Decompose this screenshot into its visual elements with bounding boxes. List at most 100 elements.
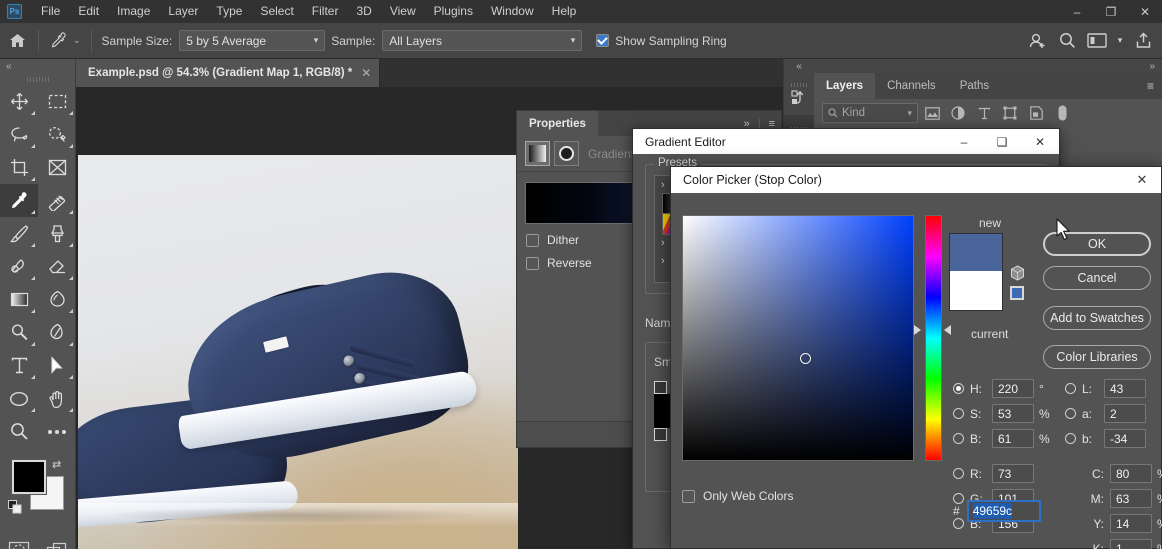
share-user-icon[interactable] xyxy=(1024,28,1050,54)
brightness-input[interactable]: 61 xyxy=(992,429,1034,448)
sample-size-select[interactable]: 5 by 5 Average ▾ xyxy=(179,30,326,51)
new-color-swatch[interactable] xyxy=(949,233,1003,271)
tool-frame[interactable] xyxy=(38,151,76,184)
menu-item-help[interactable]: Help xyxy=(543,0,586,23)
menu-item-3d[interactable]: 3D xyxy=(347,0,380,23)
smartobject-filter-icon[interactable] xyxy=(1024,102,1048,124)
cancel-button[interactable]: Cancel xyxy=(1043,266,1151,290)
tool-type[interactable] xyxy=(0,349,38,382)
saturation-brightness-field[interactable] xyxy=(682,215,914,461)
field-yellow[interactable]: Y: 14 % xyxy=(1065,511,1162,536)
magenta-input[interactable]: 63 xyxy=(1110,489,1152,508)
hue-slider-handle-right[interactable] xyxy=(944,325,951,335)
adjustment-filter-icon[interactable] xyxy=(946,102,970,124)
rail-item-history[interactable] xyxy=(784,73,814,115)
minimize-button[interactable]: – xyxy=(1060,0,1094,23)
saturation-input[interactable]: 53 xyxy=(992,404,1034,423)
hue-input[interactable]: 220 xyxy=(992,379,1034,398)
search-icon[interactable] xyxy=(1054,28,1080,54)
tab-paths[interactable]: Paths xyxy=(948,73,1001,99)
maximize-button[interactable]: ❑ xyxy=(983,129,1021,154)
radio-lab-b[interactable] xyxy=(1065,433,1076,444)
menu-item-file[interactable]: File xyxy=(32,0,69,23)
tool-screen-mode[interactable] xyxy=(38,534,76,549)
field-lightness[interactable]: L: 43 xyxy=(1065,376,1162,401)
tool-ellipse[interactable] xyxy=(0,382,38,415)
hue-slider[interactable] xyxy=(925,215,942,461)
cyan-input[interactable]: 80 xyxy=(1110,464,1152,483)
tool-eraser[interactable] xyxy=(38,250,76,283)
out-of-gamut-warning-icon[interactable] xyxy=(1010,265,1025,284)
add-to-swatches-button[interactable]: Add to Swatches xyxy=(1043,306,1151,330)
document-tab[interactable]: Example.psd @ 54.3% (Gradient Map 1, RGB… xyxy=(76,59,381,87)
tool-lasso[interactable] xyxy=(0,118,38,151)
radio-lab-a[interactable] xyxy=(1065,408,1076,419)
maximize-button[interactable]: ❐ xyxy=(1094,0,1128,23)
close-button[interactable]: ✕ xyxy=(1128,0,1162,23)
field-saturation[interactable]: S: 53 % xyxy=(953,401,1057,426)
close-icon[interactable]: ✕ xyxy=(361,66,371,80)
gradient-editor-titlebar[interactable]: Gradient Editor – ❑ ✕ xyxy=(633,129,1059,154)
menu-item-edit[interactable]: Edit xyxy=(69,0,108,23)
export-icon[interactable] xyxy=(1130,28,1156,54)
hex-input[interactable]: 49659c xyxy=(966,500,1041,522)
sample-select[interactable]: All Layers ▾ xyxy=(382,30,583,51)
tool-blur[interactable] xyxy=(38,283,76,316)
tool-clone-stamp[interactable] xyxy=(38,217,76,250)
tab-channels[interactable]: Channels xyxy=(875,73,948,99)
tool-pen[interactable] xyxy=(38,316,76,349)
radio-hue[interactable] xyxy=(953,383,964,394)
mask-mode-button[interactable] xyxy=(554,141,579,166)
image-filter-icon[interactable] xyxy=(920,102,944,124)
menu-item-image[interactable]: Image xyxy=(108,0,159,23)
tool-healing-brush[interactable] xyxy=(38,184,76,217)
foreground-color-swatch[interactable] xyxy=(11,459,47,495)
tool-zoom[interactable] xyxy=(0,415,38,448)
field-lab-b[interactable]: b: -34 xyxy=(1065,426,1162,451)
tool-history-brush[interactable] xyxy=(0,250,38,283)
layers-collapse-button[interactable]: » xyxy=(814,59,1162,73)
tool-rectangular-marquee[interactable] xyxy=(38,85,76,118)
swap-colors-icon[interactable]: ⇄ xyxy=(52,458,61,471)
tab-properties[interactable]: Properties xyxy=(517,111,598,136)
toggle-filter-icon[interactable] xyxy=(1050,102,1074,124)
panel-menu-icon[interactable]: ≡ xyxy=(1147,79,1154,93)
layer-kind-select[interactable]: Kind ▾ xyxy=(822,103,918,123)
current-color-swatch[interactable] xyxy=(949,271,1003,311)
workspace-icon[interactable] xyxy=(1084,28,1110,54)
tool-edit-toolbar[interactable] xyxy=(38,415,76,448)
tool-dodge[interactable] xyxy=(0,316,38,349)
menu-item-select[interactable]: Select xyxy=(251,0,302,23)
color-libraries-button[interactable]: Color Libraries xyxy=(1043,345,1151,369)
close-icon[interactable]: ✕ xyxy=(1123,167,1161,193)
color-picker-titlebar[interactable]: Color Picker (Stop Color) ✕ xyxy=(671,167,1161,193)
tool-object-selection[interactable] xyxy=(38,118,76,151)
gradient-map-mode-button[interactable] xyxy=(525,141,550,166)
field-magenta[interactable]: M: 63 % xyxy=(1065,486,1162,511)
gradient-stop-top[interactable] xyxy=(654,381,667,394)
tool-brush[interactable] xyxy=(0,217,38,250)
radio-saturation[interactable] xyxy=(953,408,964,419)
field-lab-a[interactable]: a: 2 xyxy=(1065,401,1162,426)
dock-collapse-button[interactable]: « xyxy=(784,59,814,73)
field-black[interactable]: K: 1 % xyxy=(1065,536,1162,549)
tool-crop[interactable] xyxy=(0,151,38,184)
text-filter-icon[interactable] xyxy=(972,102,996,124)
lab-a-input[interactable]: 2 xyxy=(1104,404,1146,423)
default-colors-icon[interactable] xyxy=(8,500,22,517)
lab-b-input[interactable]: -34 xyxy=(1104,429,1146,448)
toolbar-grip[interactable] xyxy=(0,73,75,85)
menu-item-filter[interactable]: Filter xyxy=(303,0,348,23)
tool-gradient[interactable] xyxy=(0,283,38,316)
field-hue[interactable]: H: 220 ° xyxy=(953,376,1057,401)
radio-brightness[interactable] xyxy=(953,433,964,444)
field-brightness[interactable]: B: 61 % xyxy=(953,426,1057,451)
only-web-colors-checkbox[interactable]: Only Web Colors xyxy=(682,489,793,503)
web-safe-color-icon[interactable] xyxy=(1010,286,1024,300)
gradient-stop-bottom[interactable] xyxy=(654,428,667,441)
menu-item-view[interactable]: View xyxy=(381,0,425,23)
tab-layers[interactable]: Layers xyxy=(814,73,876,99)
tool-eyedropper[interactable] xyxy=(0,184,38,217)
menu-item-type[interactable]: Type xyxy=(207,0,251,23)
tool-move[interactable] xyxy=(0,85,38,118)
